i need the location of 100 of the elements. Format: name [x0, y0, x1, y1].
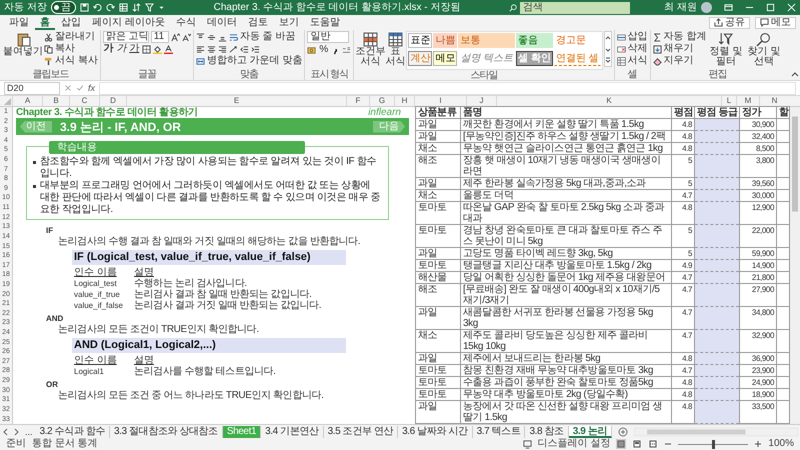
undo-icon[interactable]: [92, 3, 102, 12]
cell-style[interactable]: 경고문: [554, 33, 601, 48]
borders-icon[interactable]: [142, 44, 151, 54]
decrease-indent-icon[interactable]: [240, 44, 249, 54]
number-format-dropdown[interactable]: 일반: [307, 31, 350, 43]
sort-icon[interactable]: [132, 3, 141, 12]
ribbon-tab[interactable]: 도움말: [304, 16, 345, 30]
search-icon[interactable]: [509, 4, 518, 12]
zoom-in-icon[interactable]: [754, 440, 762, 448]
format-as-table-button[interactable]: 표 서식: [385, 31, 406, 67]
maximize-button[interactable]: [766, 3, 775, 12]
merge-center-button[interactable]: 병합하고 가운데 맞춤: [196, 55, 302, 67]
cancel-icon[interactable]: [64, 84, 72, 92]
increase-decimal-icon[interactable]: [342, 46, 352, 54]
name-box[interactable]: D20: [4, 82, 60, 94]
ribbon-display-icon[interactable]: [724, 3, 733, 12]
orientation-icon[interactable]: [228, 44, 238, 54]
cell-style[interactable]: 설명 텍스트: [458, 51, 516, 66]
ribbon-tab[interactable]: 검토: [242, 16, 273, 30]
ribbon-tab[interactable]: 페이지 레이아웃: [87, 16, 170, 30]
previous-sheet-icon[interactable]: [2, 428, 10, 436]
ribbon-tab[interactable]: 수식: [170, 16, 201, 30]
column-header[interactable]: B: [42, 96, 69, 106]
align-right-icon[interactable]: [218, 44, 227, 54]
conditional-formatting-button[interactable]: 조건부 서식: [356, 31, 384, 67]
font-size-dropdown[interactable]: 11: [150, 31, 169, 43]
currency-icon[interactable]: [307, 46, 316, 54]
percent-button[interactable]: %: [318, 44, 330, 56]
column-header[interactable]: H: [394, 96, 414, 106]
shrink-font-icon[interactable]: [182, 32, 191, 42]
insert-cells-button[interactable]: 삽입: [616, 31, 648, 43]
page-layout-view-icon[interactable]: [632, 439, 642, 449]
font-name-dropdown[interactable]: 맑은 고딕: [102, 31, 149, 43]
clear-button[interactable]: 지우기: [652, 55, 706, 67]
cell-style[interactable]: 나쁨: [433, 33, 458, 48]
zoom-percentage[interactable]: 100%: [768, 438, 794, 450]
autosum-button[interactable]: 자동 합계: [652, 31, 706, 43]
normal-view-icon[interactable]: [616, 439, 626, 449]
delete-cells-button[interactable]: 삭제: [616, 43, 648, 55]
gallery-scroll-icon[interactable]: [604, 31, 612, 67]
format-cells-button[interactable]: 서식: [616, 55, 648, 67]
column-header[interactable]: I: [414, 96, 466, 106]
wrap-text-button[interactable]: 자동 줄 바꿈: [228, 31, 296, 43]
cell-style[interactable]: 표준: [408, 33, 432, 48]
display-settings[interactable]: 디스플레이 설정: [538, 438, 610, 450]
column-header[interactable]: A: [12, 96, 42, 106]
column-header[interactable]: L: [721, 96, 736, 106]
page-break-view-icon[interactable]: [648, 439, 658, 449]
formula-input[interactable]: [99, 82, 796, 94]
table-icon[interactable]: [118, 3, 128, 12]
ribbon-tab[interactable]: 파일: [4, 16, 34, 30]
fill-button[interactable]: 채우기: [652, 43, 706, 55]
italic-button[interactable]: 가: [116, 43, 127, 55]
fill-color-icon[interactable]: [152, 44, 162, 54]
save-icon[interactable]: [80, 3, 89, 12]
paste-button[interactable]: 붙여넣기: [3, 31, 43, 57]
align-center-icon[interactable]: [206, 44, 216, 54]
column-header[interactable]: J: [466, 96, 496, 106]
workbook-statistics[interactable]: 통합 문서 통계: [32, 438, 98, 450]
column-header[interactable]: D: [99, 96, 126, 106]
collapse-ribbon-icon[interactable]: [791, 70, 799, 78]
align-middle-icon[interactable]: [206, 32, 216, 42]
insert-function-button[interactable]: fx: [88, 82, 96, 94]
ribbon-tab[interactable]: 보기: [274, 16, 304, 30]
grow-font-icon[interactable]: [170, 32, 180, 42]
vertical-scrollbar[interactable]: [790, 107, 800, 424]
display-icon[interactable]: [522, 440, 532, 448]
redo-icon[interactable]: [106, 3, 115, 12]
horizontal-scrollbar[interactable]: [634, 426, 798, 436]
column-header[interactable]: C: [69, 96, 99, 106]
ribbon-tab[interactable]: 삽입: [56, 16, 86, 30]
avatar[interactable]: [701, 2, 712, 13]
cell-style[interactable]: 메모: [433, 51, 458, 66]
ribbon-tab[interactable]: 데이터: [202, 16, 242, 30]
share-button[interactable]: 공유: [709, 16, 750, 28]
align-left-icon[interactable]: [196, 44, 205, 54]
cell-style[interactable]: 좋음: [516, 33, 553, 48]
column-header[interactable]: K: [496, 96, 721, 106]
checkmark-icon[interactable]: [76, 84, 84, 92]
search-field[interactable]: 검색: [520, 2, 630, 14]
close-button[interactable]: [787, 3, 796, 12]
copy-button[interactable]: 복사: [44, 43, 98, 55]
add-sheet-icon[interactable]: [618, 426, 628, 436]
column-header[interactable]: N: [759, 96, 789, 106]
column-header[interactable]: F: [346, 96, 369, 106]
autosave-toggle[interactable]: 끔: [50, 1, 76, 14]
format-painter-button[interactable]: 서식 복사: [44, 55, 98, 67]
funnel-icon[interactable]: [144, 3, 154, 12]
find-select-button[interactable]: 찾기 및 선택: [745, 31, 782, 67]
comments-button[interactable]: 메모: [755, 16, 796, 28]
column-header[interactable]: M: [736, 96, 759, 106]
underline-button[interactable]: 가: [128, 43, 140, 55]
font-color-icon[interactable]: [164, 44, 173, 54]
column-header[interactable]: G: [369, 96, 394, 106]
increase-indent-icon[interactable]: [250, 44, 260, 54]
column-header[interactable]: E: [126, 96, 346, 106]
cut-button[interactable]: 잘라내기: [44, 31, 98, 43]
next-sheet-icon[interactable]: [12, 428, 20, 436]
sheet-tab[interactable]: 3.9 논리: [568, 426, 612, 438]
bold-button[interactable]: 가: [102, 43, 114, 55]
